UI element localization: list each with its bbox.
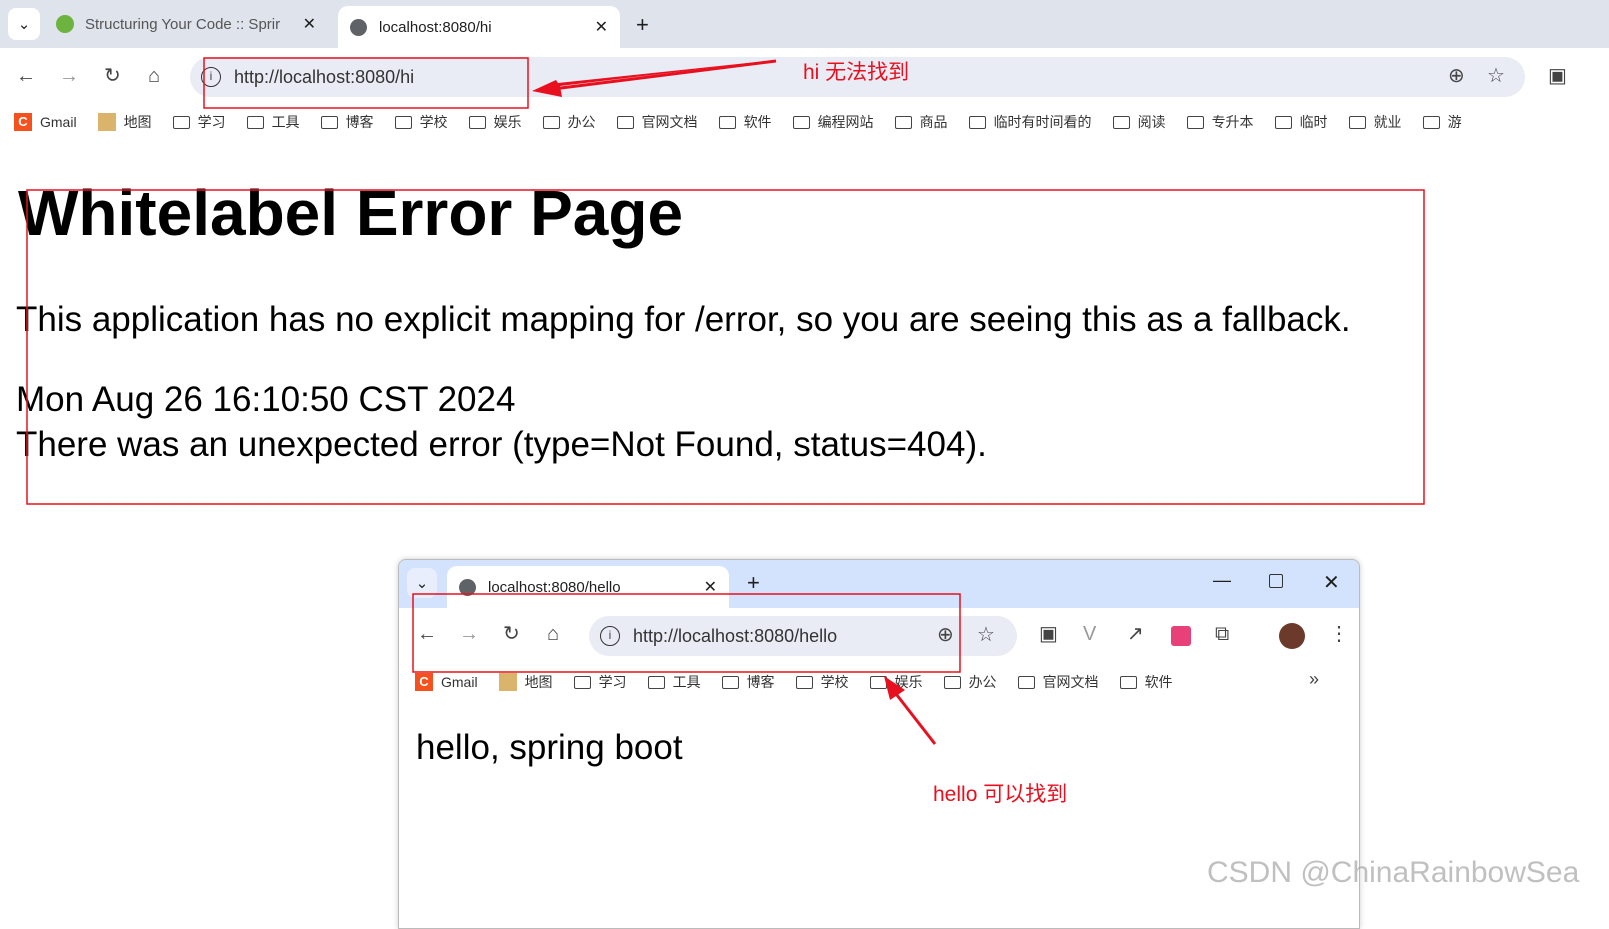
inner-url-highlight-box (412, 593, 961, 673)
annotation-hi: hi 无法找到 (803, 61, 910, 84)
annotation-overlay (26, 57, 1425, 745)
arrow-line (544, 59, 777, 92)
annotation-hello: hello 可以找到 (933, 783, 1068, 806)
error-highlight-box (26, 189, 1425, 505)
arrow-to-hello (891, 689, 937, 745)
url-highlight-box (203, 57, 529, 109)
arrow-head (884, 676, 905, 700)
watermark: CSDN @ChinaRainbowSea (1207, 856, 1580, 889)
